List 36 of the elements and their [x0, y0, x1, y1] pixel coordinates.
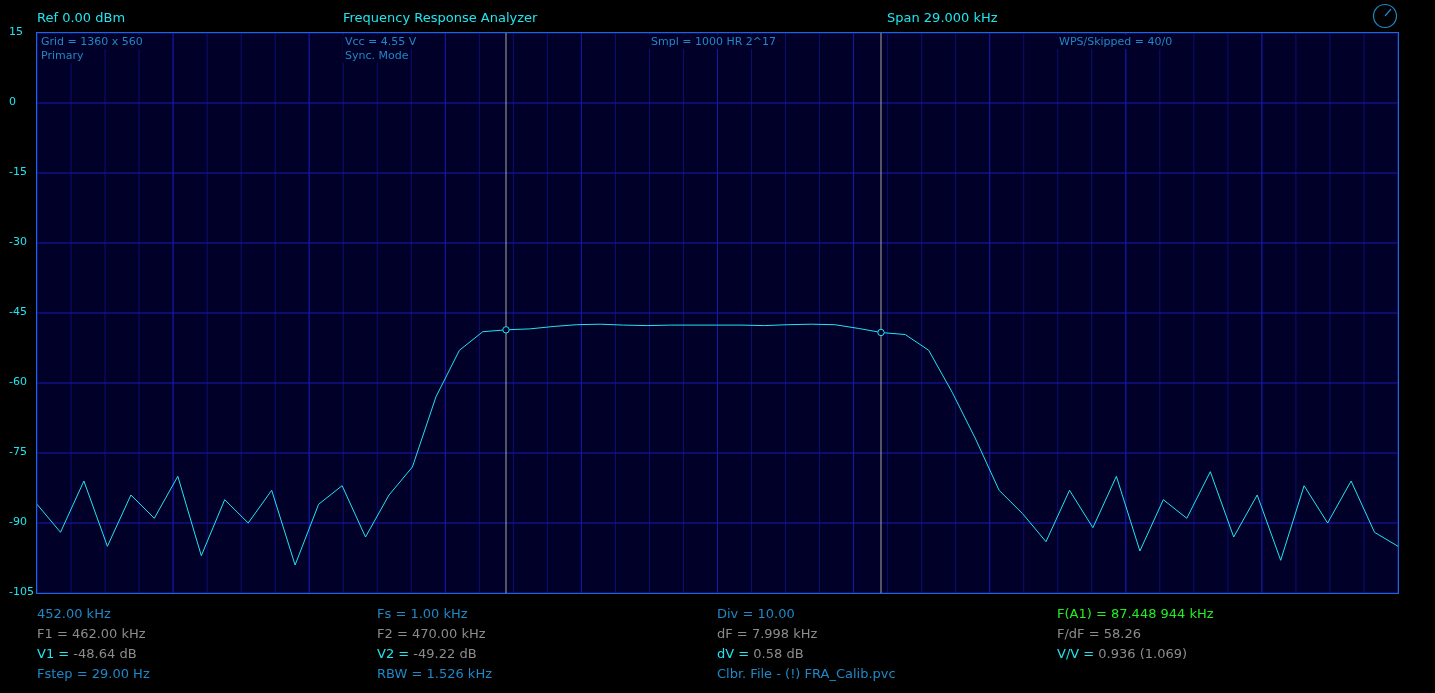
window-title: Frequency Response Analyzer: [343, 10, 538, 25]
axis-label: 15: [9, 26, 23, 38]
axis-label: -60: [9, 376, 27, 388]
axis-label: -15: [9, 166, 27, 178]
readout: Fs = 1.00 kHz: [377, 605, 469, 623]
marker-icon[interactable]: [877, 328, 885, 337]
axis-label: -75: [9, 446, 27, 458]
gauge-icon[interactable]: [1372, 3, 1398, 29]
readout: F(A1) = 87.448 944 kHz: [1057, 605, 1215, 623]
plot-info: Grid = 1360 x 560: [39, 35, 145, 49]
plot-info: Sync. Mode: [343, 49, 411, 63]
readout: Div = 10.00: [717, 605, 796, 623]
plot-info: Primary: [39, 49, 86, 63]
axis-label: 0: [9, 96, 16, 108]
axis-label: -45: [9, 306, 27, 318]
reference-level: Ref 0.00 dBm: [37, 10, 126, 25]
readout: F/dF = 58.26: [1057, 625, 1142, 643]
readout: RBW = 1.526 kHz: [377, 665, 493, 683]
axis-label: -105: [9, 586, 34, 598]
readout: F2 = 470.00 kHz: [377, 625, 487, 643]
readout: V/V = 0.936 (1.069): [1057, 645, 1189, 663]
readout: F1 = 462.00 kHz: [37, 625, 147, 643]
plot-info: Smpl = 1000 HR 2^17: [649, 35, 779, 49]
axis-label: -30: [9, 236, 27, 248]
span-readout: Span 29.000 kHz: [887, 10, 998, 25]
readout: V1 = -48.64 dB: [37, 645, 138, 663]
marker-icon[interactable]: [502, 326, 510, 334]
readout: 452.00 kHz: [37, 605, 112, 623]
readout: Fstep = 29.00 Hz: [37, 665, 151, 683]
readout: V2 = -49.22 dB: [377, 645, 478, 663]
readout: Clbr. File - (!) FRA_Calib.pvc: [717, 665, 897, 683]
plot-info: Vcc = 4.55 V: [343, 35, 419, 49]
readout: dF = 7.998 kHz: [717, 625, 819, 643]
readout: dV = 0.58 dB: [717, 645, 805, 663]
plot-info: WPS/Skipped = 40/0: [1057, 35, 1175, 49]
axis-label: -90: [9, 516, 27, 528]
